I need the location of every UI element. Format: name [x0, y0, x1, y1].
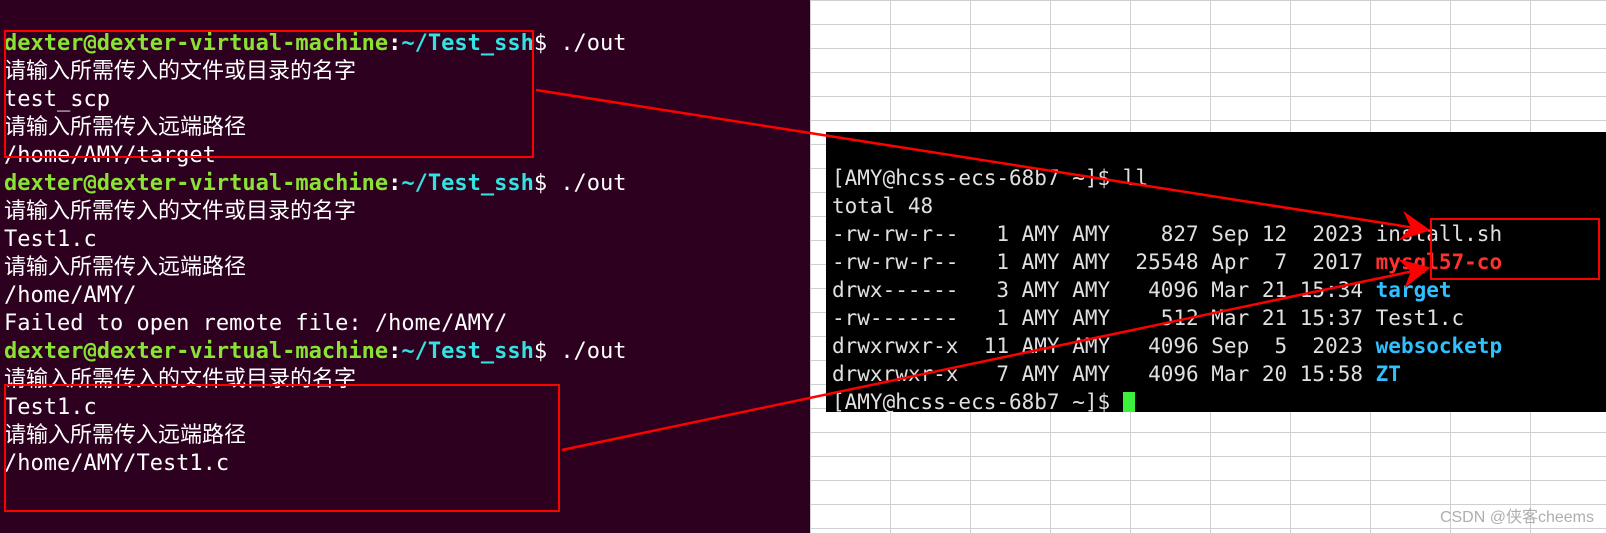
output-line: Test1.c	[4, 395, 97, 420]
prompt-dollar: $	[534, 31, 547, 56]
command-text: ./out	[560, 171, 626, 196]
command-text: ./out	[560, 339, 626, 364]
output-line: Failed to open remote file: /home/AMY/	[4, 311, 507, 336]
prompt-user-host: dexter@dexter-virtual-machine	[4, 339, 388, 364]
command-text: ll	[1123, 166, 1148, 190]
prompt-colon: :	[388, 339, 401, 364]
prompt-dollar: $	[534, 171, 547, 196]
prompt-colon: :	[388, 171, 401, 196]
prompt-remote: [AMY@hcss-ecs-68b7 ~]$	[832, 166, 1123, 190]
left-terminal[interactable]: dexter@dexter-virtual-machine:~/Test_ssh…	[0, 0, 810, 533]
prompt-colon: :	[388, 31, 401, 56]
prompt-dollar: $	[534, 339, 547, 364]
output-total: total 48	[832, 194, 933, 218]
output-line: 请输入所需传入远端路径	[4, 255, 246, 280]
output-line: /home/AMY/target	[4, 143, 216, 168]
command-text: ./out	[560, 31, 626, 56]
output-line: 请输入所需传入的文件或目录的名字	[4, 59, 356, 84]
output-line: 请输入所需传入远端路径	[4, 423, 246, 448]
prompt-path: ~/Test_ssh	[401, 31, 533, 56]
prompt-remote: [AMY@hcss-ecs-68b7 ~]$	[832, 390, 1123, 412]
right-terminal[interactable]: [AMY@hcss-ecs-68b7 ~]$ ll total 48 -rw-r…	[826, 132, 1606, 412]
watermark-text: CSDN @侠客cheems	[1440, 503, 1594, 527]
prompt-user-host: dexter@dexter-virtual-machine	[4, 31, 388, 56]
output-line: /home/AMY/	[4, 283, 136, 308]
output-line: Test1.c	[4, 227, 97, 252]
output-line: /home/AMY/Test1.c	[4, 451, 229, 476]
output-line: 请输入所需传入的文件或目录的名字	[4, 199, 356, 224]
prompt-user-host: dexter@dexter-virtual-machine	[4, 171, 388, 196]
cursor-icon	[1123, 392, 1135, 412]
prompt-path: ~/Test_ssh	[401, 171, 533, 196]
prompt-path: ~/Test_ssh	[401, 339, 533, 364]
output-line: test_scp	[4, 87, 110, 112]
file-listing: -rw-rw-r-- 1 AMY AMY 827 Sep 12 2023 ins…	[832, 220, 1600, 388]
output-line: 请输入所需传入的文件或目录的名字	[4, 367, 356, 392]
output-line: 请输入所需传入远端路径	[4, 115, 246, 140]
